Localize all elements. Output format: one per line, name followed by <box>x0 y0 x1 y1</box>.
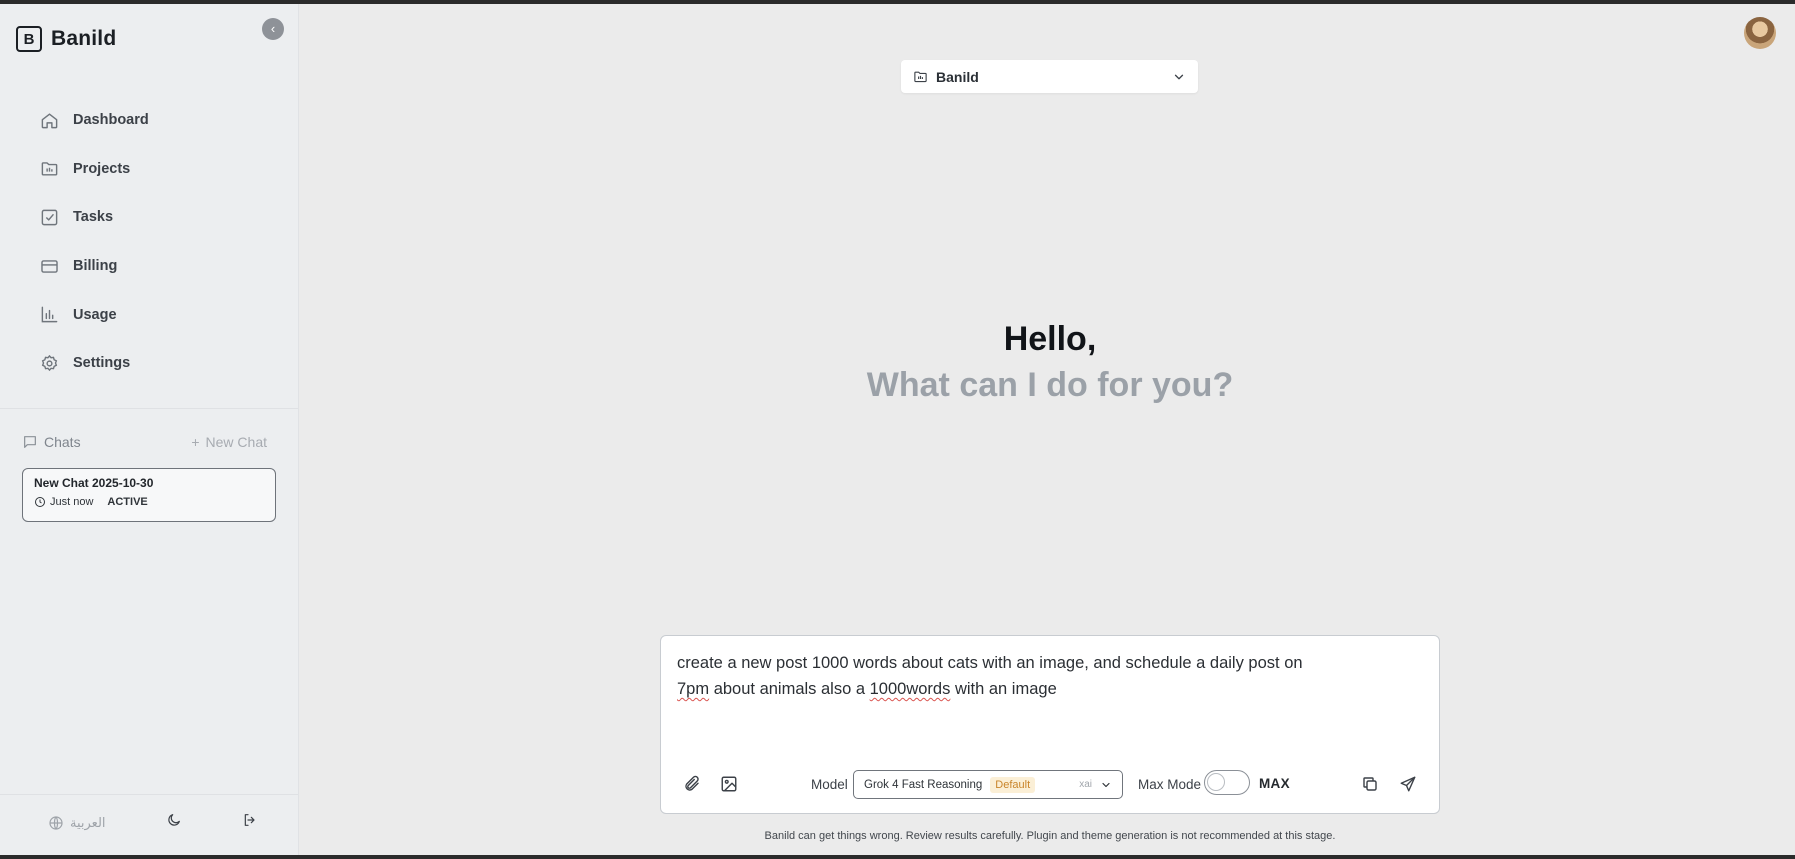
prompt-text: about animals also a <box>709 680 870 698</box>
max-mode-label: Max Mode <box>1138 777 1202 792</box>
model-selector[interactable]: Grok 4 Fast Reasoning Default xai <box>853 770 1123 799</box>
greeting-title: Hello, <box>1003 320 1097 358</box>
folder-icon <box>41 162 58 176</box>
theme-toggle-button[interactable] <box>166 812 182 833</box>
plus-icon: + <box>191 434 200 450</box>
max-mode-toggle[interactable] <box>1204 770 1250 795</box>
chat-meta: Just now ACTIVE <box>34 496 264 508</box>
sidebar-item-label: Projects <box>73 160 131 177</box>
home-icon <box>41 113 58 129</box>
divider <box>0 408 298 409</box>
toggle-knob <box>1207 773 1225 791</box>
copy-icon[interactable] <box>1361 775 1379 793</box>
moon-icon <box>168 814 180 826</box>
chevron-down-icon <box>1102 782 1110 787</box>
spellcheck-word: 1000words <box>869 680 951 698</box>
paperclip-icon[interactable] <box>683 775 701 793</box>
prompt-input[interactable]: create a new post 1000 words about cats … <box>677 650 1417 702</box>
project-selector-value: Banild <box>936 68 979 85</box>
model-label: Model <box>811 777 848 792</box>
spellcheck-word: 7pm <box>677 680 710 698</box>
logo[interactable]: B Banild <box>16 26 116 52</box>
chat-time: Just now <box>50 496 94 508</box>
sidebar-item-settings[interactable]: Settings <box>40 339 149 388</box>
sidebar-item-dashboard[interactable]: Dashboard <box>40 96 149 145</box>
prompt-line-1: create a new post 1000 words about cats … <box>677 654 1303 672</box>
sidebar-item-label: Tasks <box>73 209 114 226</box>
sidebar-item-usage[interactable]: Usage <box>40 290 149 339</box>
checkbox-icon <box>41 209 58 226</box>
sidebar-item-billing[interactable]: Billing <box>40 242 149 291</box>
project-selector[interactable]: Banild <box>901 60 1198 93</box>
model-name: Grok 4 Fast Reasoning <box>864 778 983 791</box>
sidebar-item-label: Dashboard <box>73 112 149 129</box>
folder-icon <box>914 71 927 83</box>
credit-card-icon <box>41 259 58 273</box>
chat-bubble-icon <box>24 436 36 448</box>
greeting-subtitle: What can I do for you? <box>866 366 1234 404</box>
sidebar-item-tasks[interactable]: Tasks <box>40 193 149 242</box>
prompt-text: with an image <box>950 680 1057 698</box>
sidebar-footer: العربية <box>48 812 258 833</box>
sidebar-item-label: Billing <box>73 258 118 275</box>
avatar[interactable] <box>1744 17 1776 49</box>
chats-header: Chats + New Chat <box>22 434 267 450</box>
sidebar: B Banild ‹ Dashboard Projects Tasks Bill… <box>0 4 299 855</box>
clock-icon <box>35 497 45 507</box>
max-label: MAX <box>1259 776 1290 791</box>
sidebar-item-label: Usage <box>73 306 117 323</box>
disclaimer-text: Banild can get things wrong. Review resu… <box>764 830 1336 842</box>
app-frame: B Banild ‹ Dashboard Projects Tasks Bill… <box>0 4 1795 855</box>
divider <box>0 794 298 795</box>
chevron-left-icon: ‹ <box>270 21 276 36</box>
model-default-badge: Default <box>990 776 1036 793</box>
globe-icon <box>49 815 63 830</box>
language-switcher[interactable]: العربية <box>48 815 106 831</box>
image-icon[interactable] <box>720 775 738 793</box>
status-badge: ACTIVE <box>107 496 148 508</box>
logout-icon <box>244 814 255 826</box>
new-chat-button[interactable]: + New Chat <box>191 434 267 450</box>
collapse-sidebar-button[interactable]: ‹ <box>262 18 284 40</box>
sidebar-nav: Dashboard Projects Tasks Billing Usage S… <box>40 96 149 388</box>
logout-button[interactable] <box>242 812 258 833</box>
sidebar-item-label: Settings <box>73 355 131 372</box>
sidebar-item-projects[interactable]: Projects <box>40 145 149 194</box>
send-icon[interactable] <box>1399 775 1417 793</box>
logo-text: Banild <box>51 27 117 50</box>
chat-composer: create a new post 1000 words about cats … <box>660 635 1440 814</box>
chat-title: New Chat 2025-10-30 <box>34 476 154 490</box>
model-provider: xai <box>1079 779 1092 790</box>
chevron-down-icon <box>1174 74 1184 79</box>
logo-mark: B <box>16 26 42 52</box>
chats-label: Chats <box>22 434 81 450</box>
chat-list-item[interactable]: New Chat 2025-10-30 Just now ACTIVE <box>22 468 276 522</box>
bar-chart-icon <box>41 306 58 323</box>
composer-toolbar: Model Grok 4 Fast Reasoning Default xai … <box>661 769 1438 799</box>
gear-icon <box>41 354 58 371</box>
